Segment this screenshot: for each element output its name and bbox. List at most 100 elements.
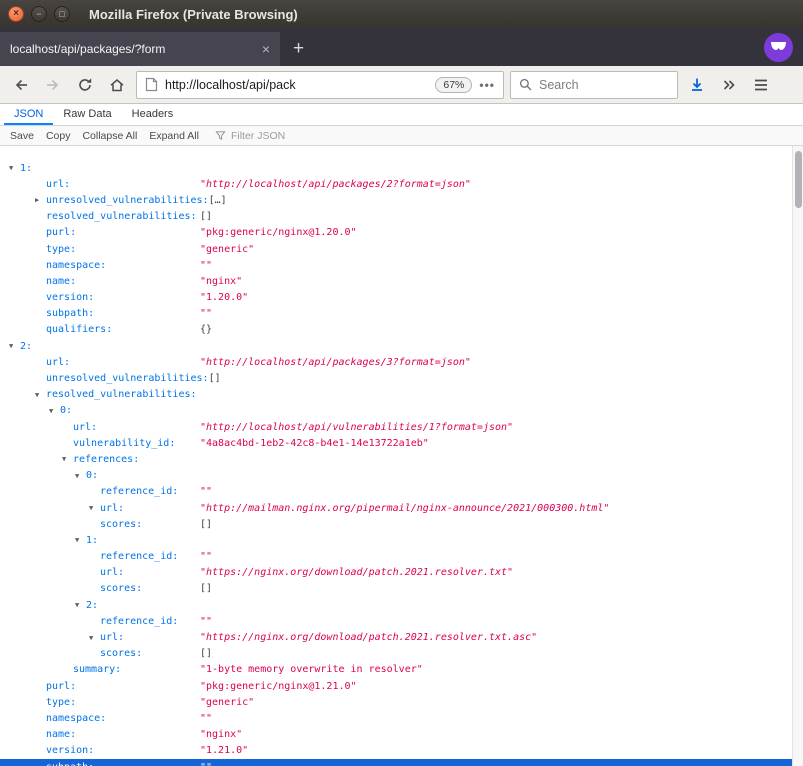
scrollbar-thumb[interactable]: [795, 151, 802, 208]
json-row[interactable]: url:"http://localhost/api/packages/2?for…: [0, 176, 803, 192]
json-row[interactable]: ▶unresolved_vulnerabilities:[…]: [0, 192, 803, 208]
json-row[interactable]: ▼url:"http://mailman.nginx.org/pipermail…: [0, 500, 803, 516]
json-value[interactable]: "http://localhost/api/packages/3?format=…: [200, 357, 471, 368]
back-button[interactable]: [8, 72, 34, 98]
json-row[interactable]: name:"nginx": [0, 273, 803, 289]
twisty-icon[interactable]: ▶: [35, 196, 46, 204]
tab-headers[interactable]: Headers: [122, 104, 184, 125]
json-row[interactable]: ▼references:: [0, 451, 803, 467]
json-row[interactable]: qualifiers:{}: [0, 322, 803, 338]
json-key: subpath:: [46, 762, 94, 766]
double-chevron-icon: [721, 77, 737, 93]
json-row[interactable]: ▼2:: [0, 597, 803, 613]
json-row[interactable]: type:"generic": [0, 241, 803, 257]
json-row[interactable]: purl:"pkg:generic/nginx@1.20.0": [0, 225, 803, 241]
json-viewer-tabs: JSON Raw Data Headers: [0, 104, 803, 126]
json-row[interactable]: subpath:"": [0, 306, 803, 322]
json-row[interactable]: url:"https://nginx.org/download/patch.20…: [0, 565, 803, 581]
json-row[interactable]: ▼1:: [0, 160, 803, 176]
json-value: "": [200, 713, 212, 724]
json-row[interactable]: reference_id:"": [0, 549, 803, 565]
downloads-button[interactable]: [684, 72, 710, 98]
twisty-icon[interactable]: ▼: [89, 634, 100, 642]
window-minimize-button[interactable]: −: [31, 6, 47, 22]
json-value: "generic": [200, 697, 254, 708]
json-value[interactable]: "http://localhost/api/packages/2?format=…: [200, 179, 471, 190]
hamburger-icon: [753, 78, 769, 92]
json-value[interactable]: "http://mailman.nginx.org/pipermail/ngin…: [200, 503, 609, 514]
json-value[interactable]: "https://nginx.org/download/patch.2021.r…: [200, 567, 513, 578]
window-maximize-button[interactable]: □: [54, 6, 70, 22]
json-row[interactable]: ▼1:: [0, 532, 803, 548]
new-tab-button[interactable]: +: [280, 32, 317, 66]
home-button[interactable]: [104, 72, 130, 98]
url-text-container[interactable]: http://localhost/api/pack: [165, 77, 428, 93]
json-value: "generic": [200, 244, 254, 255]
json-row[interactable]: ▼resolved_vulnerabilities:: [0, 387, 803, 403]
zoom-indicator[interactable]: 67%: [435, 77, 472, 93]
json-row[interactable]: summary:"1-byte memory overwrite in reso…: [0, 662, 803, 678]
filter-json-input[interactable]: Filter JSON: [215, 130, 285, 142]
json-row[interactable]: vulnerability_id:"4a8ac4bd-1eb2-42c8-b4e…: [0, 435, 803, 451]
vertical-scrollbar[interactable]: [792, 146, 803, 766]
json-row[interactable]: ▼0:: [0, 403, 803, 419]
json-row[interactable]: type:"generic": [0, 694, 803, 710]
json-row[interactable]: version:"1.21.0": [0, 743, 803, 759]
json-row[interactable]: purl:"pkg:generic/nginx@1.21.0": [0, 678, 803, 694]
json-key: version:: [46, 292, 94, 303]
download-icon: [689, 77, 705, 93]
twisty-icon[interactable]: ▼: [9, 342, 20, 350]
tab-close-icon[interactable]: ×: [262, 41, 270, 57]
save-button[interactable]: Save: [4, 130, 40, 142]
json-value: "": [200, 486, 212, 497]
json-row[interactable]: scores:[]: [0, 646, 803, 662]
copy-button[interactable]: Copy: [40, 130, 77, 142]
tab-raw-data[interactable]: Raw Data: [53, 104, 121, 125]
twisty-icon[interactable]: ▼: [49, 407, 60, 415]
json-value: []: [209, 373, 221, 384]
reload-button[interactable]: [72, 72, 98, 98]
menu-button[interactable]: [748, 72, 774, 98]
json-row[interactable]: unresolved_vulnerabilities:[]: [0, 370, 803, 386]
json-value[interactable]: "http://localhost/api/vulnerabilities/1?…: [200, 422, 513, 433]
json-row[interactable]: version: "1.20.0": [0, 290, 803, 306]
json-row[interactable]: scores:[]: [0, 516, 803, 532]
json-row[interactable]: resolved_vulnerabilities:[]: [0, 209, 803, 225]
json-row[interactable]: url:"http://localhost/api/packages/3?for…: [0, 354, 803, 370]
json-row[interactable]: ▼url:"https://nginx.org/download/patch.2…: [0, 629, 803, 645]
json-row[interactable]: scores:[]: [0, 581, 803, 597]
json-value[interactable]: "https://nginx.org/download/patch.2021.r…: [200, 632, 537, 643]
tab-json[interactable]: JSON: [4, 104, 53, 125]
twisty-icon[interactable]: ▼: [75, 472, 86, 480]
navigation-toolbar: http://localhost/api/pack 67% ••• Search: [0, 66, 803, 104]
forward-button[interactable]: [40, 72, 66, 98]
collapse-all-button[interactable]: Collapse All: [76, 130, 143, 142]
expand-all-button[interactable]: Expand All: [143, 130, 205, 142]
json-row[interactable]: subpath:"": [0, 759, 803, 766]
overflow-menu-button[interactable]: [716, 72, 742, 98]
twisty-icon[interactable]: ▼: [75, 601, 86, 609]
url-bar[interactable]: http://localhost/api/pack 67% •••: [136, 71, 504, 99]
json-row[interactable]: namespace:"": [0, 257, 803, 273]
search-bar[interactable]: Search: [510, 71, 678, 99]
json-row[interactable]: reference_id:"": [0, 613, 803, 629]
json-row[interactable]: url:"http://localhost/api/vulnerabilitie…: [0, 419, 803, 435]
json-value: "1.20.0": [200, 292, 248, 303]
twisty-icon[interactable]: ▼: [89, 504, 100, 512]
search-input[interactable]: Search: [539, 78, 579, 92]
twisty-icon[interactable]: ▼: [35, 391, 46, 399]
json-row[interactable]: namespace:"": [0, 710, 803, 726]
active-tab[interactable]: localhost/api/packages/?form ×: [0, 32, 280, 66]
twisty-icon[interactable]: ▼: [9, 164, 20, 172]
json-row[interactable]: ▼0:: [0, 468, 803, 484]
json-row[interactable]: ▼2:: [0, 338, 803, 354]
json-row[interactable]: name:"nginx": [0, 727, 803, 743]
json-key: reference_id:: [100, 551, 178, 562]
twisty-icon[interactable]: ▼: [75, 536, 86, 544]
json-key: scores:: [100, 583, 142, 594]
window-close-button[interactable]: ×: [8, 6, 24, 22]
twisty-icon[interactable]: ▼: [62, 455, 73, 463]
url-input[interactable]: http://localhost/api/pack: [165, 77, 428, 93]
page-actions-button[interactable]: •••: [479, 78, 495, 92]
json-row[interactable]: reference_id:"": [0, 484, 803, 500]
